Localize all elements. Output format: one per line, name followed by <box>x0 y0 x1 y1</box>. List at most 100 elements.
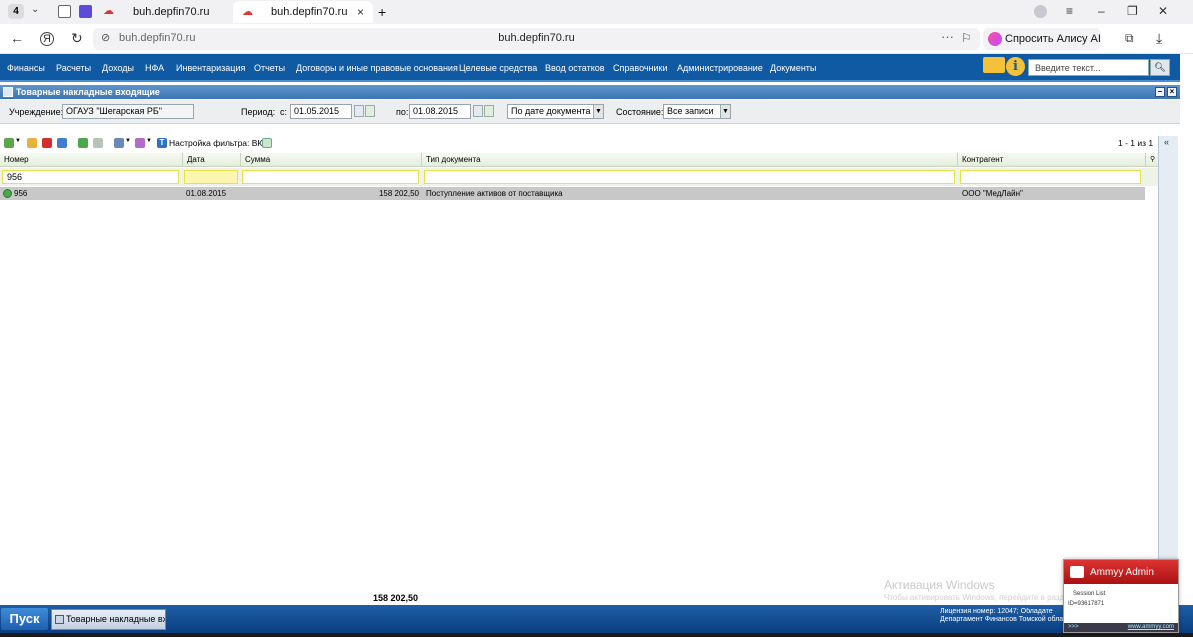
taskbar-window-button[interactable]: Товарные накладные вхо... <box>51 609 166 630</box>
filter-date-input[interactable] <box>184 170 238 184</box>
grid-filter-row: 956 <box>0 168 1158 186</box>
chevron-down-icon[interactable]: ⌄ <box>31 4 39 15</box>
column-header-doc-type[interactable]: Тип документа <box>422 153 958 167</box>
column-menu-icon[interactable]: ⚲ <box>1146 153 1158 167</box>
menu-item-documents[interactable]: Документы <box>770 63 816 73</box>
panel-title: Товарные накладные входящие <box>16 87 160 97</box>
actions-icon[interactable] <box>135 138 145 148</box>
chevron-down-icon[interactable]: ▼ <box>593 105 603 118</box>
app-main-menu: Финансы Расчеты Доходы НФА Инвентаризаци… <box>0 54 1180 82</box>
print-icon[interactable] <box>114 138 124 148</box>
filter-counterparty-input[interactable] <box>960 170 1141 184</box>
global-search-input[interactable]: Введите текст... <box>1028 59 1149 76</box>
filter-sum-input[interactable] <box>242 170 419 184</box>
add-icon[interactable] <box>4 138 14 148</box>
menu-item-inventory[interactable]: Инвентаризация <box>176 63 245 73</box>
ammyy-website-link[interactable]: www.ammyy.com <box>1128 623 1174 632</box>
download-icon[interactable]: ⤓ <box>1156 30 1162 47</box>
period-to-input[interactable]: 01.08.2015 <box>409 104 471 119</box>
column-header-date[interactable]: Дата <box>183 153 241 167</box>
minimize-window-icon[interactable]: – <box>1098 4 1105 18</box>
column-header-number[interactable]: Номер <box>0 153 183 167</box>
reload-icon[interactable]: ↻ <box>71 30 83 47</box>
edit-icon[interactable] <box>27 138 37 148</box>
ammyy-session-list[interactable]: Session List <box>1073 591 1105 597</box>
pinned-app-icon[interactable] <box>79 5 92 18</box>
yandex-icon[interactable]: Я <box>40 32 54 46</box>
page-icon[interactable] <box>58 5 71 18</box>
chevron-down-icon[interactable]: ▼ <box>720 105 730 118</box>
browser-tab-2[interactable]: ☁ buh.depfin70.ru × <box>233 1 373 23</box>
address-bar-row: ← Я ↻ ⊘ buh.depfin70.ru buh.depfin70.ru … <box>0 24 1193 54</box>
browser-tab-1[interactable]: buh.depfin70.ru <box>133 1 228 23</box>
filter-number-input[interactable]: 956 <box>2 170 179 184</box>
menu-item-finance[interactable]: Финансы <box>7 63 45 73</box>
menu-icon[interactable]: ≡ <box>1066 4 1073 18</box>
chevron-down-icon[interactable]: ▼ <box>15 138 21 144</box>
collapsed-side-panel[interactable]: « <box>1158 136 1178 606</box>
calendar-icon[interactable] <box>473 105 483 117</box>
windows-activation-title: Активация Windows <box>884 578 995 592</box>
delete-icon[interactable] <box>42 138 52 148</box>
approve-icon[interactable] <box>78 138 88 148</box>
mail-icon[interactable] <box>983 57 1005 73</box>
copy-icon[interactable] <box>57 138 67 148</box>
panel-close-icon[interactable]: × <box>1167 87 1177 97</box>
refresh-icon[interactable] <box>262 138 272 148</box>
menu-item-target-funds[interactable]: Целевые средства <box>459 63 537 73</box>
bookmark-icon[interactable]: ⚐ <box>961 31 972 45</box>
filter-setting-link[interactable]: Настройка фильтра: ВКЛ <box>169 138 268 148</box>
url-field[interactable]: ⊘ buh.depfin70.ru buh.depfin70.ru ··· ⚐ <box>93 28 980 50</box>
back-icon[interactable]: ← <box>10 30 24 46</box>
filter-row: Учреждение: ОГАУЗ "Шегарская РБ" Период:… <box>0 100 1180 124</box>
license-line-1: Лицензия номер: 12047; Обладате <box>940 608 1053 615</box>
extensions-icon[interactable]: ⧉ <box>1125 31 1134 46</box>
menu-item-income[interactable]: Доходы <box>102 63 134 73</box>
state-select[interactable]: Все записи ▼ <box>663 104 731 119</box>
column-header-counterparty[interactable]: Контрагент <box>958 153 1146 167</box>
clear-date-icon[interactable] <box>365 105 375 117</box>
new-tab-button[interactable]: + <box>378 1 386 23</box>
unapprove-icon[interactable] <box>93 138 103 148</box>
close-tab-icon[interactable]: × <box>357 1 364 23</box>
ammyy-admin-popup[interactable]: Ammyy Admin Session List ID=93617871 >>>… <box>1063 559 1179 633</box>
ammyy-expand-link[interactable]: >>> <box>1068 623 1079 632</box>
period-from-input[interactable]: 01.05.2015 <box>290 104 352 119</box>
filter-doc-type-input[interactable] <box>424 170 955 184</box>
start-button[interactable]: Пуск <box>1 608 48 630</box>
period-label: Период: <box>241 107 276 117</box>
menu-item-administration[interactable]: Администрирование <box>677 63 763 73</box>
browser-tab-title: buh.depfin70.ru <box>271 6 348 18</box>
institution-field[interactable]: ОГАУЗ "Шегарская РБ" <box>62 104 194 119</box>
chevron-down-icon[interactable]: ▼ <box>125 138 131 144</box>
profile-avatar-icon[interactable] <box>1034 5 1047 18</box>
browser-tab-bar: 4 ⌄ ☁ buh.depfin70.ru ☁ buh.depfin70.ru … <box>0 0 1193 24</box>
more-icon[interactable]: ··· <box>941 29 954 44</box>
period-to-label: по: <box>396 107 409 117</box>
filter-icon[interactable]: T <box>157 138 167 148</box>
menu-item-directories[interactable]: Справочники <box>613 63 668 73</box>
chevron-down-icon[interactable]: ▼ <box>146 138 152 144</box>
panel-minimize-icon[interactable]: – <box>1155 87 1165 97</box>
table-row[interactable]: 956 01.08.2015 158 202,50 Поступление ак… <box>0 187 1145 200</box>
clear-date-icon[interactable] <box>484 105 494 117</box>
search-icon[interactable]: 🔍︎ <box>1150 59 1170 76</box>
info-icon[interactable]: i <box>1006 57 1025 76</box>
date-mode-select[interactable]: По дате документа ▼ <box>507 104 604 119</box>
calendar-icon[interactable] <box>354 105 364 117</box>
menu-item-opening-balances[interactable]: Ввод остатков <box>545 63 605 73</box>
menu-item-payments[interactable]: Расчеты <box>56 63 91 73</box>
menu-item-reports[interactable]: Отчеты <box>254 63 285 73</box>
state-label: Состояние: <box>616 107 664 117</box>
menu-item-nfa[interactable]: НФА <box>145 63 164 73</box>
restore-window-icon[interactable]: ❐ <box>1127 4 1138 18</box>
collapse-panel-icon[interactable]: « <box>1164 137 1169 147</box>
ask-alice-button[interactable]: Спросить Алису AI <box>983 28 1101 50</box>
close-window-icon[interactable]: ✕ <box>1158 4 1168 18</box>
cloud-favicon-icon: ☁ <box>103 5 114 17</box>
grid-toolbar: ▼ ▼ ▼ T Настройка фильтра: ВКЛ 1 - 1 из … <box>0 134 1158 152</box>
menu-item-contracts[interactable]: Договоры и иные правовые основания <box>296 63 458 73</box>
column-header-sum[interactable]: Сумма <box>241 153 422 167</box>
tab-count-badge[interactable]: 4 <box>8 4 24 19</box>
cell-number: 956 <box>14 189 28 198</box>
